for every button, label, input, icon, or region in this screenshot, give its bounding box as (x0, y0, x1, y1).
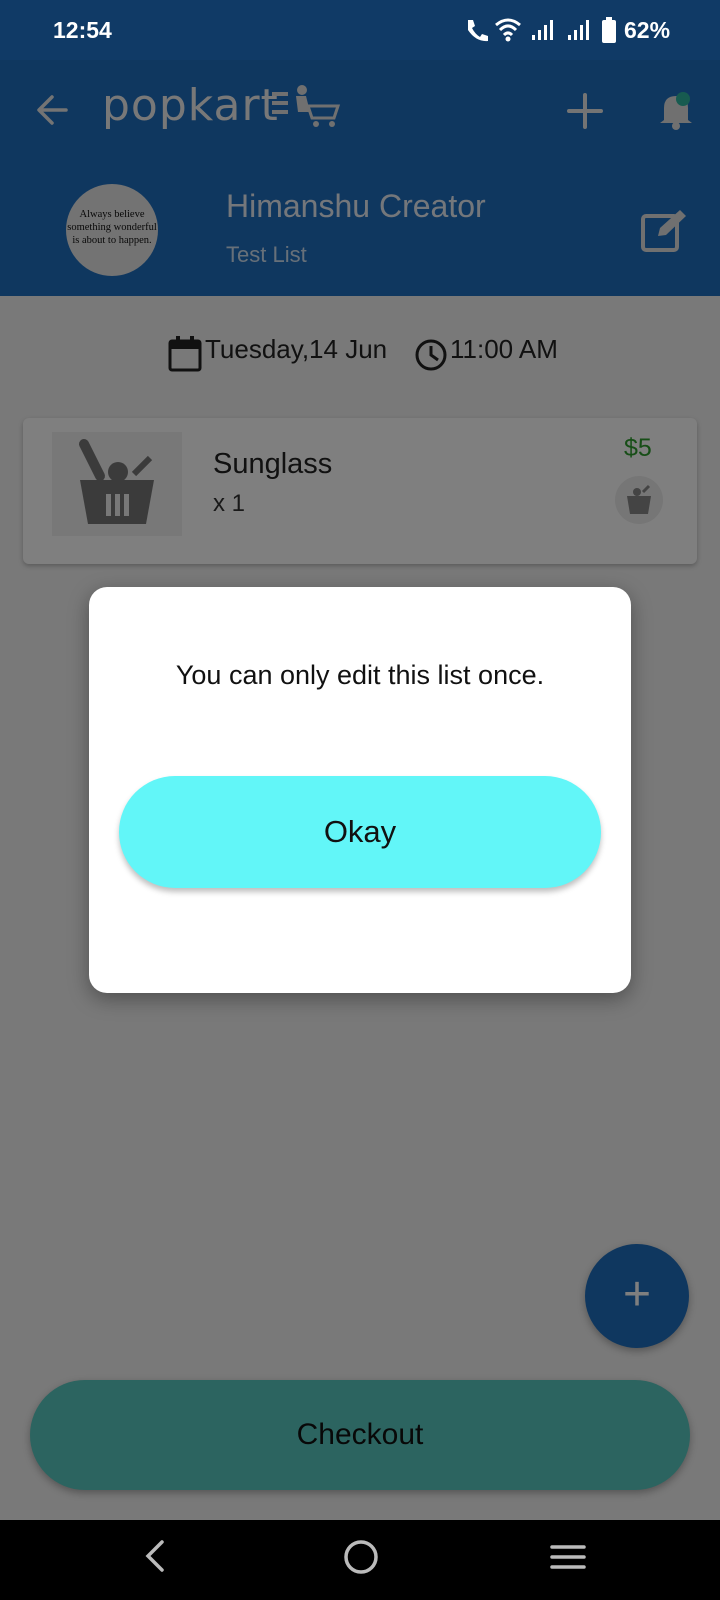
status-bar: 12:54 62% (0, 0, 720, 60)
wifi-icon (495, 18, 521, 42)
status-time: 12:54 (53, 17, 112, 43)
call-icon (468, 20, 488, 42)
battery-percentage: 62% (624, 17, 671, 43)
nav-home-icon[interactable] (342, 1538, 380, 1576)
system-nav-bar (0, 1520, 720, 1600)
nav-back-icon[interactable] (140, 1536, 170, 1576)
signal-2-icon (568, 20, 589, 40)
dialog-message: You can only edit this list once. (175, 660, 545, 690)
signal-1-icon (532, 20, 553, 40)
nav-menu-icon[interactable] (550, 1540, 586, 1574)
okay-button[interactable]: Okay (119, 776, 601, 888)
battery-icon (602, 17, 616, 43)
